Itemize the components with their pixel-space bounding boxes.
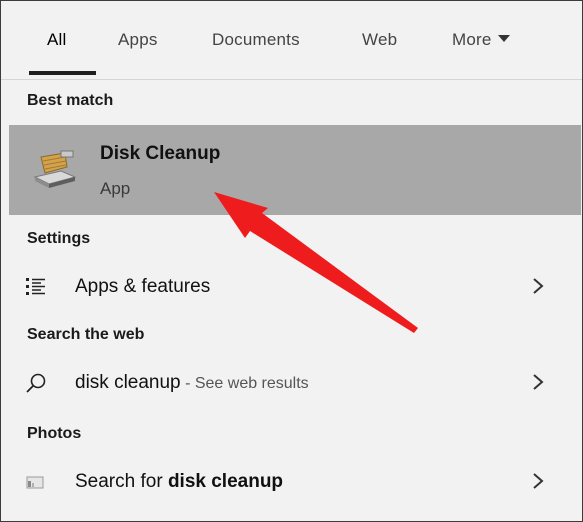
search-results-panel: All Apps Documents Web More Best match D… <box>0 0 583 522</box>
best-match-subtitle: App <box>100 179 131 198</box>
tab-more-label: More <box>452 30 492 49</box>
divider <box>1 79 582 80</box>
photos-search-query: disk cleanup <box>167 471 284 492</box>
web-search-suffix: - See web results <box>180 375 309 392</box>
chevron-right-icon <box>533 374 544 390</box>
chevron-right-icon <box>533 278 544 294</box>
section-settings: Settings <box>27 230 91 247</box>
photos-search-prefix: Search for <box>75 471 168 492</box>
section-best-match: Best match <box>27 92 114 109</box>
filter-tabs: All Apps Documents Web More <box>1 1 582 79</box>
apps-features-label: Apps & features <box>75 276 211 297</box>
best-match-item[interactable]: Disk Cleanup App <box>9 125 581 215</box>
tab-more[interactable]: More <box>452 30 510 50</box>
tab-web[interactable]: Web <box>362 30 397 50</box>
list-item-web-search[interactable]: disk cleanup - See web results <box>1 360 582 408</box>
photo-icon <box>26 476 44 489</box>
section-search-web: Search the web <box>27 326 145 343</box>
list-icon <box>26 278 45 295</box>
list-item-apps-features[interactable]: Apps & features <box>1 264 582 312</box>
web-search-text: disk cleanup - See web results <box>75 372 309 394</box>
section-photos: Photos <box>27 425 82 442</box>
tab-apps[interactable]: Apps <box>118 30 158 50</box>
photos-search-text: Search for disk cleanup <box>75 471 283 493</box>
chevron-right-icon <box>533 473 544 489</box>
search-icon <box>26 373 46 393</box>
web-search-query: disk cleanup <box>75 372 181 393</box>
disk-cleanup-icon <box>33 150 77 188</box>
active-tab-indicator <box>29 71 96 75</box>
list-item-photos-search[interactable]: Search for disk cleanup <box>1 459 582 507</box>
tab-documents[interactable]: Documents <box>212 30 300 50</box>
best-match-title: Disk Cleanup <box>100 143 221 164</box>
chevron-down-icon <box>497 35 510 43</box>
tab-all[interactable]: All <box>47 30 67 50</box>
